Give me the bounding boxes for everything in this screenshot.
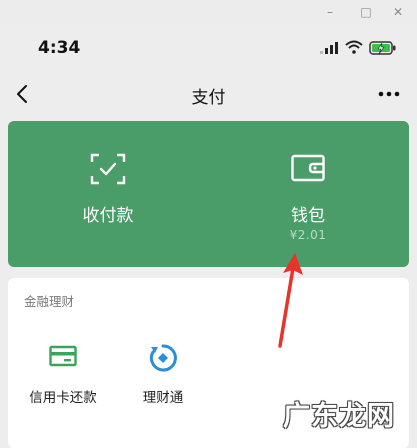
section-title: 金融理财 bbox=[24, 294, 75, 309]
receive-pay-label: 收付款 bbox=[82, 206, 134, 226]
window-title-bar: – □ ✕ bbox=[0, 0, 417, 25]
close-button[interactable]: ✕ bbox=[390, 4, 406, 20]
credit-card-repay-label: 信用卡还款 bbox=[29, 390, 97, 406]
wallet-button[interactable]: 钱包 ¥2.01 bbox=[208, 121, 408, 267]
maximize-button[interactable]: □ bbox=[358, 4, 374, 20]
watermark: 广东龙网 bbox=[283, 401, 395, 432]
status-bar: 4:34 bbox=[0, 24, 417, 74]
status-time: 4:34 bbox=[38, 38, 81, 58]
wallet-label: 钱包 bbox=[291, 206, 325, 226]
wallet-balance: ¥2.01 bbox=[289, 228, 327, 242]
licaitong-button[interactable]: 理财通 bbox=[108, 340, 218, 410]
licaitong-label: 理财通 bbox=[142, 390, 184, 406]
payment-card: 收付款 钱包 ¥2.01 bbox=[8, 121, 409, 267]
wifi-icon bbox=[345, 40, 363, 54]
receive-pay-button[interactable]: 收付款 bbox=[8, 121, 208, 267]
credit-card-icon bbox=[49, 345, 77, 367]
scan-check-icon bbox=[90, 153, 126, 185]
credit-card-repay-button[interactable]: 信用卡还款 bbox=[8, 340, 118, 410]
battery-charging-icon bbox=[369, 41, 396, 55]
wallet-icon bbox=[291, 154, 325, 182]
licaitong-icon bbox=[149, 344, 177, 372]
more-dots-icon[interactable] bbox=[376, 82, 402, 106]
signal-icon bbox=[320, 42, 338, 54]
minimize-button[interactable]: – bbox=[322, 4, 338, 20]
page-title: 支付 bbox=[191, 88, 226, 108]
nav-bar: 支付 bbox=[0, 74, 417, 114]
